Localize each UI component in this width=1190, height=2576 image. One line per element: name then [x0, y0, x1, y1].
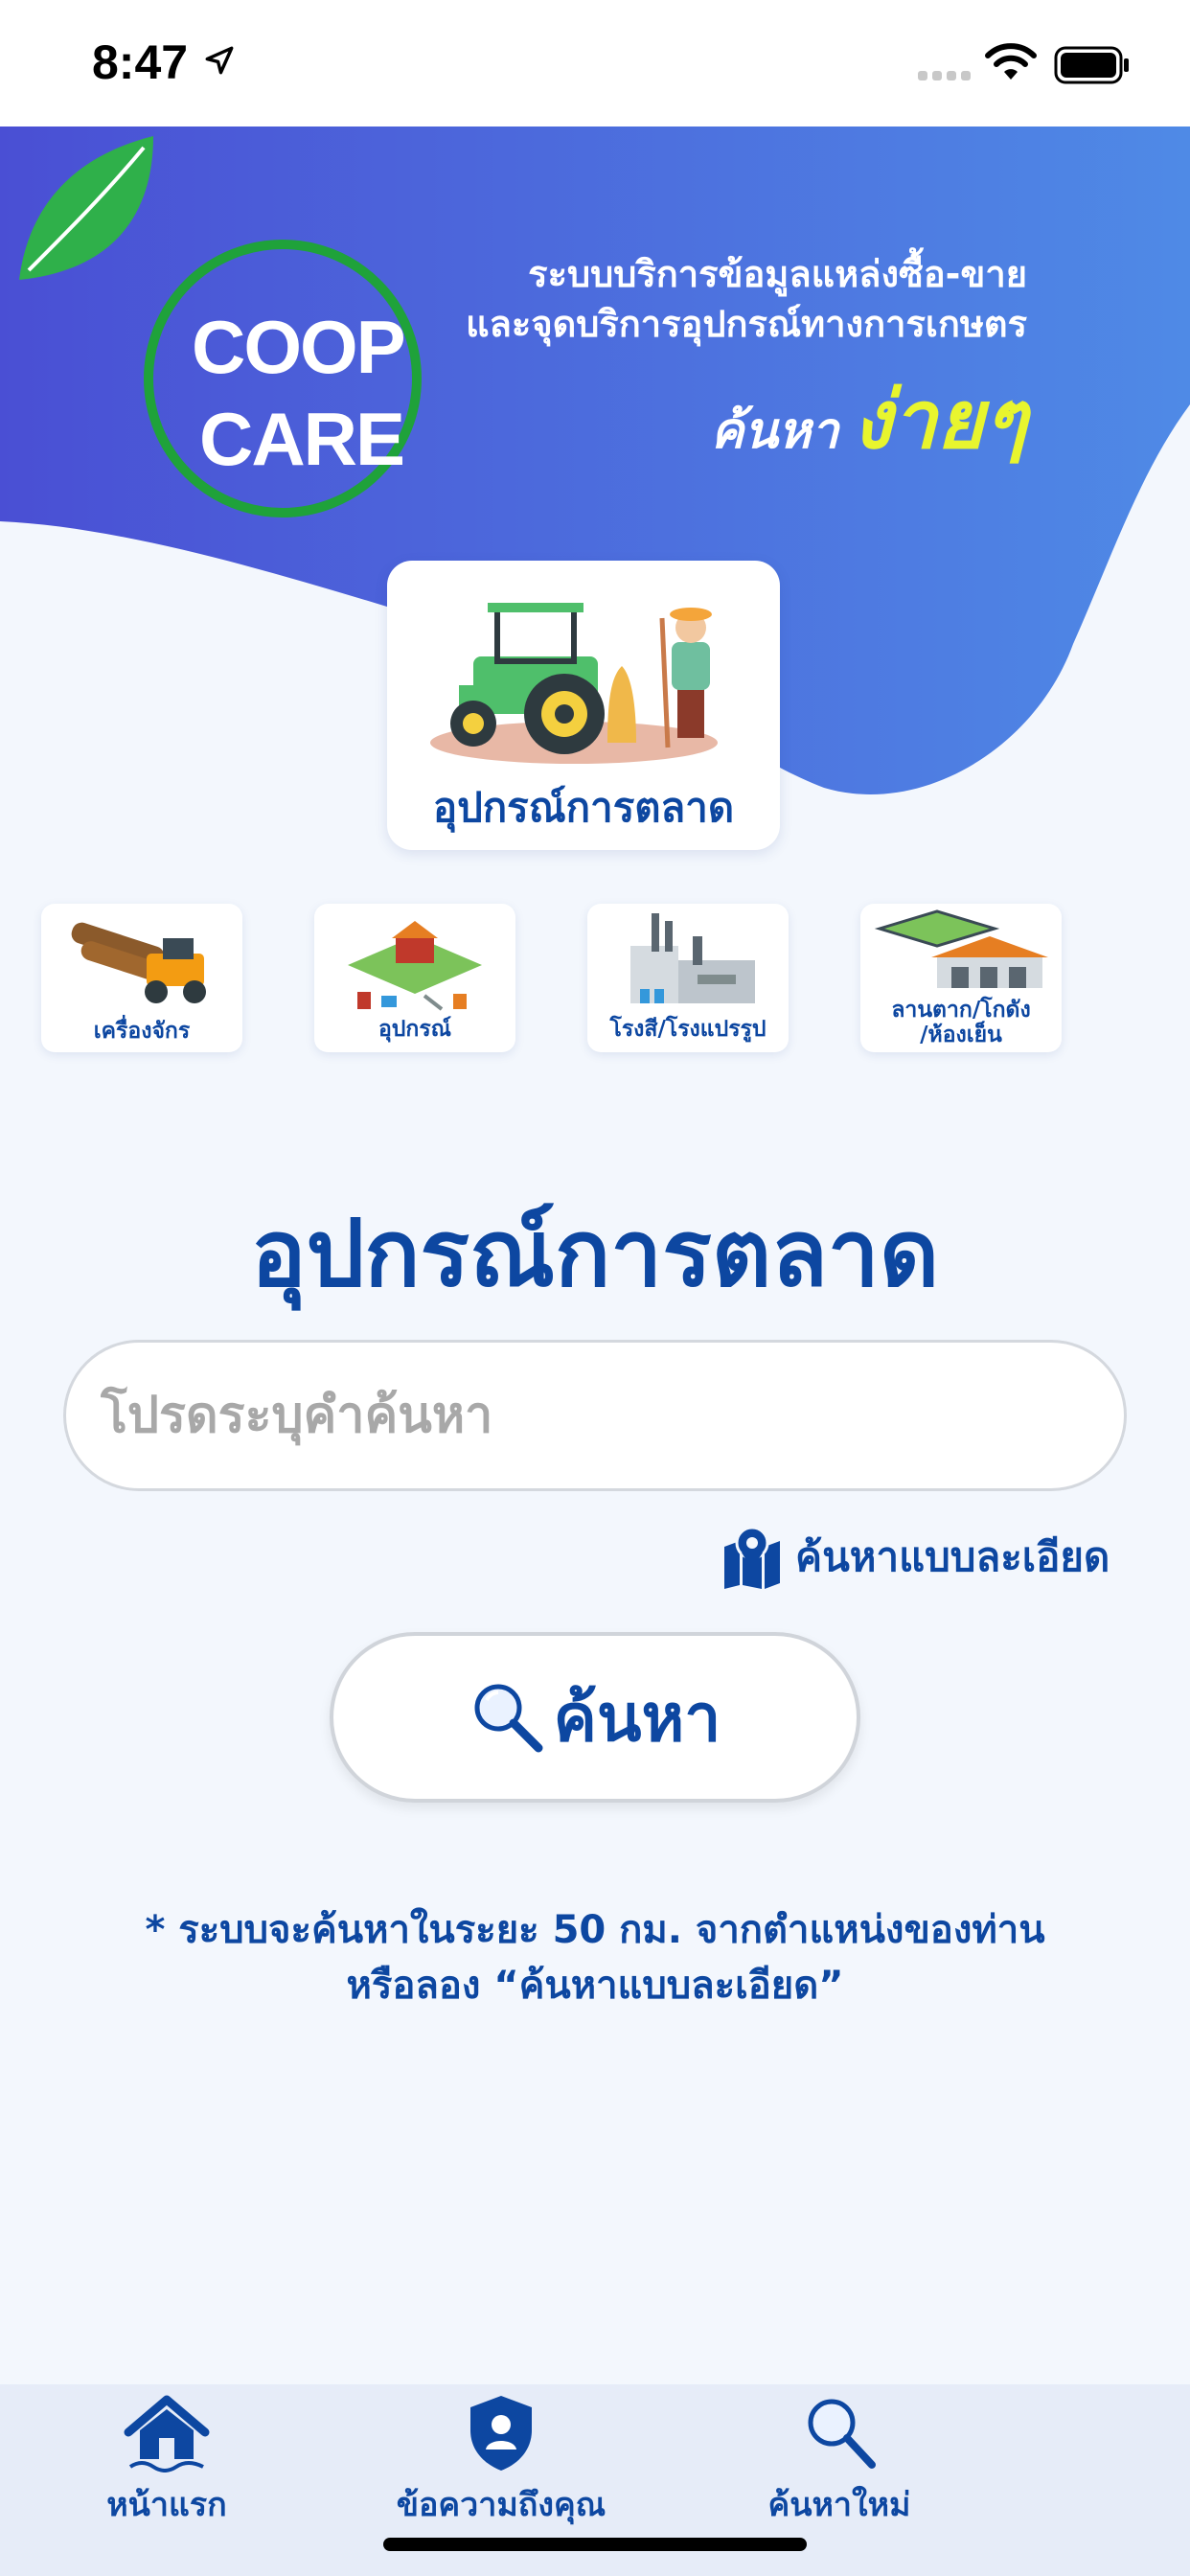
page-title: อุปกรณ์การตลาด	[250, 1200, 940, 1307]
status-time: 8:47	[92, 35, 189, 89]
status-bar: 8:47	[0, 0, 1190, 126]
logo-text: COOP CARE	[192, 301, 406, 485]
wifi-icon	[985, 43, 1037, 80]
advanced-search-label: ค้นหาแบบละเอียด	[795, 1533, 1110, 1580]
tab-home[interactable]: หน้าแรก	[100, 2392, 234, 2536]
category-warehouse-label-line-2: /ห้องเย็น	[920, 1023, 1002, 1047]
category-warehouse-label-line-1: ลานตาก/โกดัง	[891, 998, 1031, 1023]
slogan-easy-word: ง่ายๆ	[852, 373, 1027, 467]
warehouse-icon	[874, 909, 1048, 988]
search-input[interactable]	[63, 1340, 1127, 1491]
category-machinery[interactable]: เครื่องจักร	[41, 904, 242, 1052]
signal-icon	[918, 71, 971, 80]
tab-new-search-label: ค้นหาใหม่	[767, 2486, 911, 2524]
location-arrow-icon	[205, 46, 234, 75]
category-mill-label: โรงสี/โรงแปรรูป	[609, 1017, 767, 1042]
search-button-label: ค้นหา	[553, 1681, 721, 1757]
search-icon	[808, 2399, 876, 2469]
map-pin-icon	[724, 1526, 780, 1589]
category-machinery-label: เครื่องจักร	[93, 1019, 191, 1044]
shield-user-icon	[470, 2396, 532, 2471]
leaf-icon	[19, 136, 153, 280]
slogan: ค้นหา ง่ายๆ	[711, 355, 1027, 483]
search-button[interactable]: ค้นหา	[330, 1632, 860, 1803]
search-radius-note: * ระบบจะค้นหาในระยะ 50 กม. จากตำแหน่งของ…	[0, 1902, 1190, 2013]
battery-icon	[1054, 46, 1129, 84]
tagline-line-1: ระบบบริการข้อมูลแหล่งซื้อ-ขาย	[528, 253, 1027, 295]
tractor-farmer-illustration	[430, 603, 718, 764]
advanced-search-link[interactable]: ค้นหาแบบละเอียด	[721, 1524, 1123, 1591]
category-warehouse-label: ลานตาก/โกดัง /ห้องเย็น	[860, 998, 1062, 1047]
category-equipment[interactable]: อุปกรณ์	[314, 904, 515, 1052]
search-icon	[474, 1684, 542, 1753]
logo-line-1: COOP	[192, 305, 406, 389]
note-line-2: หรือลอง “ค้นหาแบบละเอียด”	[346, 1964, 844, 2008]
factory-icon	[630, 913, 755, 1003]
machinery-icon	[71, 922, 206, 1003]
tagline: ระบบบริการข้อมูลแหล่งซื้อ-ขาย และจุดบริก…	[466, 249, 1027, 349]
tab-new-search[interactable]: ค้นหาใหม่	[767, 2392, 912, 2536]
tab-home-label: หน้าแรก	[106, 2486, 227, 2524]
note-line-1: * ระบบจะค้นหาในระยะ 50 กม. จากตำแหน่งของ…	[145, 1908, 1045, 1952]
category-warehouse[interactable]: ลานตาก/โกดัง /ห้องเย็น	[860, 904, 1062, 1052]
selected-category-card[interactable]: อุปกรณ์การตลาด	[387, 561, 780, 850]
equipment-icon	[348, 921, 482, 1011]
logo-line-2: CARE	[199, 397, 405, 481]
slogan-search-word: ค้นหา	[710, 402, 839, 460]
category-equipment-label: อุปกรณ์	[378, 1017, 452, 1042]
tagline-line-2: และจุดบริการอุปกรณ์ทางการเกษตร	[466, 303, 1027, 345]
tab-messages[interactable]: ข้อความถึงคุณ	[393, 2392, 609, 2536]
home-indicator	[383, 2538, 807, 2551]
tab-messages-label: ข้อความถึงคุณ	[396, 2486, 606, 2524]
category-mill[interactable]: โรงสี/โรงแปรรูป	[587, 904, 789, 1052]
selected-category-label: อุปกรณ์การตลาด	[432, 784, 735, 831]
home-icon	[124, 2395, 210, 2472]
